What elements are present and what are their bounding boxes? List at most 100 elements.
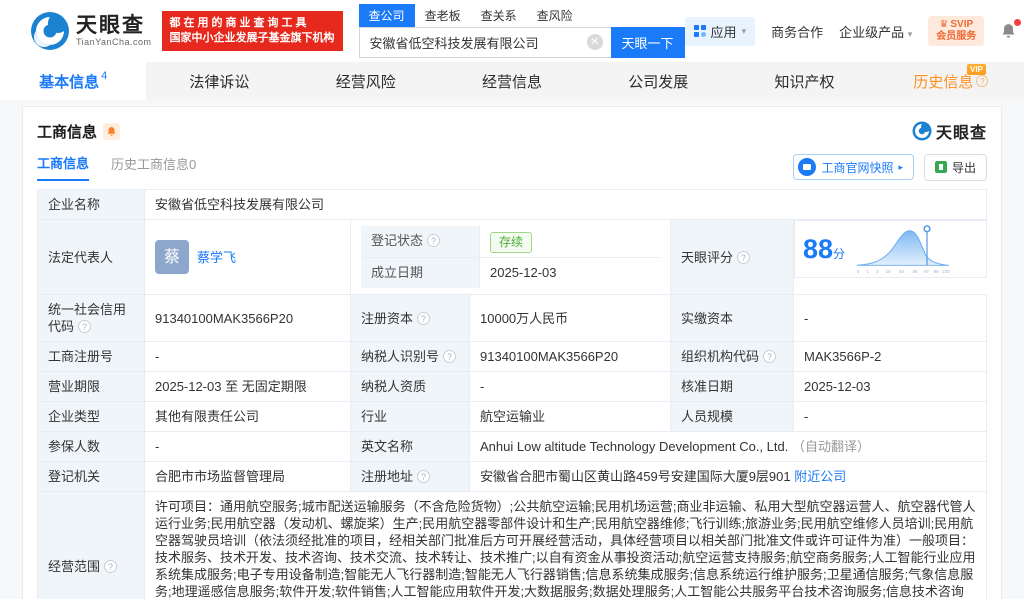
enterprise-products-label: 企业级产品 <box>839 24 905 40</box>
status-badge: 存续 <box>490 232 533 253</box>
english-name-value: Anhui Low altitude Technology Developmen… <box>480 439 789 454</box>
announcement-icon[interactable] <box>103 122 121 140</box>
snapshot-icon <box>798 158 817 176</box>
avatar[interactable]: 蔡 <box>155 240 189 274</box>
notification-dot <box>1014 19 1022 26</box>
score-unit: 分 <box>833 247 846 261</box>
business-term-value: 2025-12-03 至 无固定期限 <box>144 371 351 402</box>
search-tab-company[interactable]: 查公司 <box>358 4 415 27</box>
help-icon[interactable]: ? <box>976 75 989 87</box>
search-tab-boss[interactable]: 查老板 <box>415 4 471 27</box>
industry-label: 行业 <box>350 401 470 432</box>
info-icon[interactable]: ? <box>737 250 751 264</box>
snapshot-button-label: 工商官网快照 <box>821 160 894 175</box>
table-row: 营业期限 2025-12-03 至 无固定期限 纳税人资质 - 核准日期 202… <box>37 371 987 402</box>
search-tabs: 查公司 查老板 查关系 查风险 <box>358 4 685 27</box>
tab-operating-info[interactable]: 经营信息 <box>439 62 585 100</box>
registered-capital-label: 注册资本? <box>350 294 470 342</box>
table-row: 统一社会信用代码? 91340100MAK3566P20 注册资本? 10000… <box>37 294 987 342</box>
apps-menu-label: 应用 <box>710 24 737 40</box>
taxpayer-quality-value: - <box>469 371 671 402</box>
tab-label: 经营风险 <box>335 73 396 91</box>
brand-watermark: 天眼查 <box>912 119 987 143</box>
svg-text:0: 0 <box>857 269 860 274</box>
tab-legal-proceedings[interactable]: 法律诉讼 <box>146 62 292 100</box>
org-code-label: 组织机构代码? <box>670 341 794 372</box>
tab-intellectual-property[interactable]: 知识产权 <box>731 62 877 100</box>
search-tab-relation[interactable]: 查关系 <box>471 4 527 27</box>
search-button[interactable]: 天眼一下 <box>610 27 685 58</box>
logo-title: 天眼查 <box>76 14 145 37</box>
business-coop-link[interactable]: 商务合作 <box>771 22 823 41</box>
apps-grid-icon <box>693 25 706 37</box>
tianyancha-logo[interactable]: 天眼查 TianYanCha.com <box>30 11 152 51</box>
svg-text:3: 3 <box>876 269 879 274</box>
tab-operating-risk[interactable]: 经营风险 <box>293 62 439 100</box>
chevron-down-icon: ▾ <box>741 25 747 36</box>
search-input[interactable] <box>358 27 611 58</box>
approval-date-value: 2025-12-03 <box>793 371 987 402</box>
establish-date-value: 2025-12-03 <box>490 265 557 280</box>
top-header: 天眼查 TianYanCha.com 都在用的商业查询工具 国家中小企业发展子基… <box>0 0 1024 62</box>
svg-text:50: 50 <box>899 269 904 274</box>
staff-size-value: - <box>793 401 987 432</box>
tab-history-info[interactable]: VIP 历史信息 ? <box>878 62 1024 100</box>
search-block: 查公司 查老板 查关系 查风险 ✕ 天眼一下 <box>358 4 685 58</box>
info-icon[interactable]: ? <box>427 234 441 247</box>
svip-sublabel: 会员服务 <box>936 31 977 42</box>
tab-company-development[interactable]: 公司发展 <box>585 62 731 100</box>
reg-status-label: 登记状态? <box>361 226 480 257</box>
svip-label: SVIP <box>950 19 974 30</box>
table-row: 参保人数 - 英文名称 Anhui Low altitude Technolog… <box>37 431 987 462</box>
table-row: 经营范围? 许可项目：通用航空服务;城市配送运输服务（不含危险货物）;公共航空运… <box>37 491 987 599</box>
tab-label: 经营信息 <box>481 73 542 91</box>
tianyancha-logo-icon <box>31 12 69 50</box>
taxpayer-id-label: 纳税人识别号? <box>350 341 470 372</box>
promo-banner-line2: 国家中小企业发展子基金旗下机构 <box>169 32 335 44</box>
info-icon[interactable]: ? <box>104 559 118 573</box>
bell-small-icon <box>107 126 116 136</box>
chevron-down-icon: ▾ <box>907 28 913 39</box>
promo-banner-line1: 都在用的商业查询工具 <box>169 17 310 29</box>
nearby-companies-link[interactable]: 附近公司 <box>794 469 846 484</box>
legal-rep-link[interactable]: 蔡学飞 <box>197 249 236 266</box>
info-icon[interactable]: ? <box>763 350 777 363</box>
info-icon[interactable]: ? <box>443 350 457 363</box>
company-name-label: 企业名称 <box>37 189 145 220</box>
taxpayer-id-value: 91340100MAK3566P20 <box>469 341 671 372</box>
tab-count-badge: 4 <box>101 70 108 82</box>
reg-number-label: 工商注册号 <box>37 341 145 372</box>
clear-icon[interactable]: ✕ <box>586 34 603 50</box>
business-scope-value: 许可项目：通用航空服务;城市配送运输服务（不含危险货物）;公共航空运输;民用机场… <box>144 491 987 599</box>
info-icon[interactable]: ? <box>417 470 431 483</box>
official-snapshot-button[interactable]: 工商官网快照 ▸ <box>793 154 914 180</box>
tab-label: 法律诉讼 <box>189 73 250 91</box>
reg-address-label: 注册地址? <box>350 461 470 492</box>
taxpayer-quality-label: 纳税人资质 <box>350 371 470 402</box>
company-type-value: 其他有限责任公司 <box>144 401 351 432</box>
chevron-right-icon: ▸ <box>898 161 903 172</box>
search-tab-risk[interactable]: 查风险 <box>527 4 583 27</box>
svip-member-badge[interactable]: ♛ SVIP 会员服务 <box>928 16 985 46</box>
reg-address-value: 安徽省合肥市蜀山区黄山路459号安建国际大厦9层901 <box>480 469 791 484</box>
tab-label: 公司发展 <box>628 73 689 91</box>
reg-authority-value: 合肥市市场监督管理局 <box>144 461 351 492</box>
paid-capital-label: 实缴资本 <box>670 294 794 342</box>
info-icon[interactable]: ? <box>78 320 92 333</box>
subtab-business-info[interactable]: 工商信息 <box>37 153 90 181</box>
tab-label: 基本信息 <box>39 73 100 91</box>
english-name-label: 英文名称 <box>350 431 470 462</box>
header-right-nav: 应用 ▾ 商务合作 企业级产品 ▾ ♛SVIP 会员服务 此处有... ▾ <box>684 16 1024 46</box>
enterprise-products-menu[interactable]: 企业级产品 ▾ <box>839 22 912 41</box>
tab-basic-info[interactable]: 基本信息 4 <box>0 62 147 100</box>
notifications-bell[interactable] <box>1000 19 1022 40</box>
apps-menu[interactable]: 应用 ▾ <box>684 16 756 46</box>
business-term-label: 营业期限 <box>37 371 145 402</box>
info-icon[interactable]: ? <box>417 311 431 325</box>
export-button[interactable]: 导出 <box>923 153 987 181</box>
table-row: 企业名称 安徽省低空科技发展有限公司 <box>37 189 987 220</box>
subtab-history-business-info[interactable]: 历史工商信息0 <box>111 154 196 180</box>
score-curve-chart: 0 1 3 10 50 88 97 99 100 <box>856 225 950 274</box>
table-row: 登记机关 合肥市市场监督管理局 注册地址? 安徽省合肥市蜀山区黄山路459号安建… <box>37 461 987 492</box>
legal-rep-label: 法定代表人 <box>37 219 145 295</box>
